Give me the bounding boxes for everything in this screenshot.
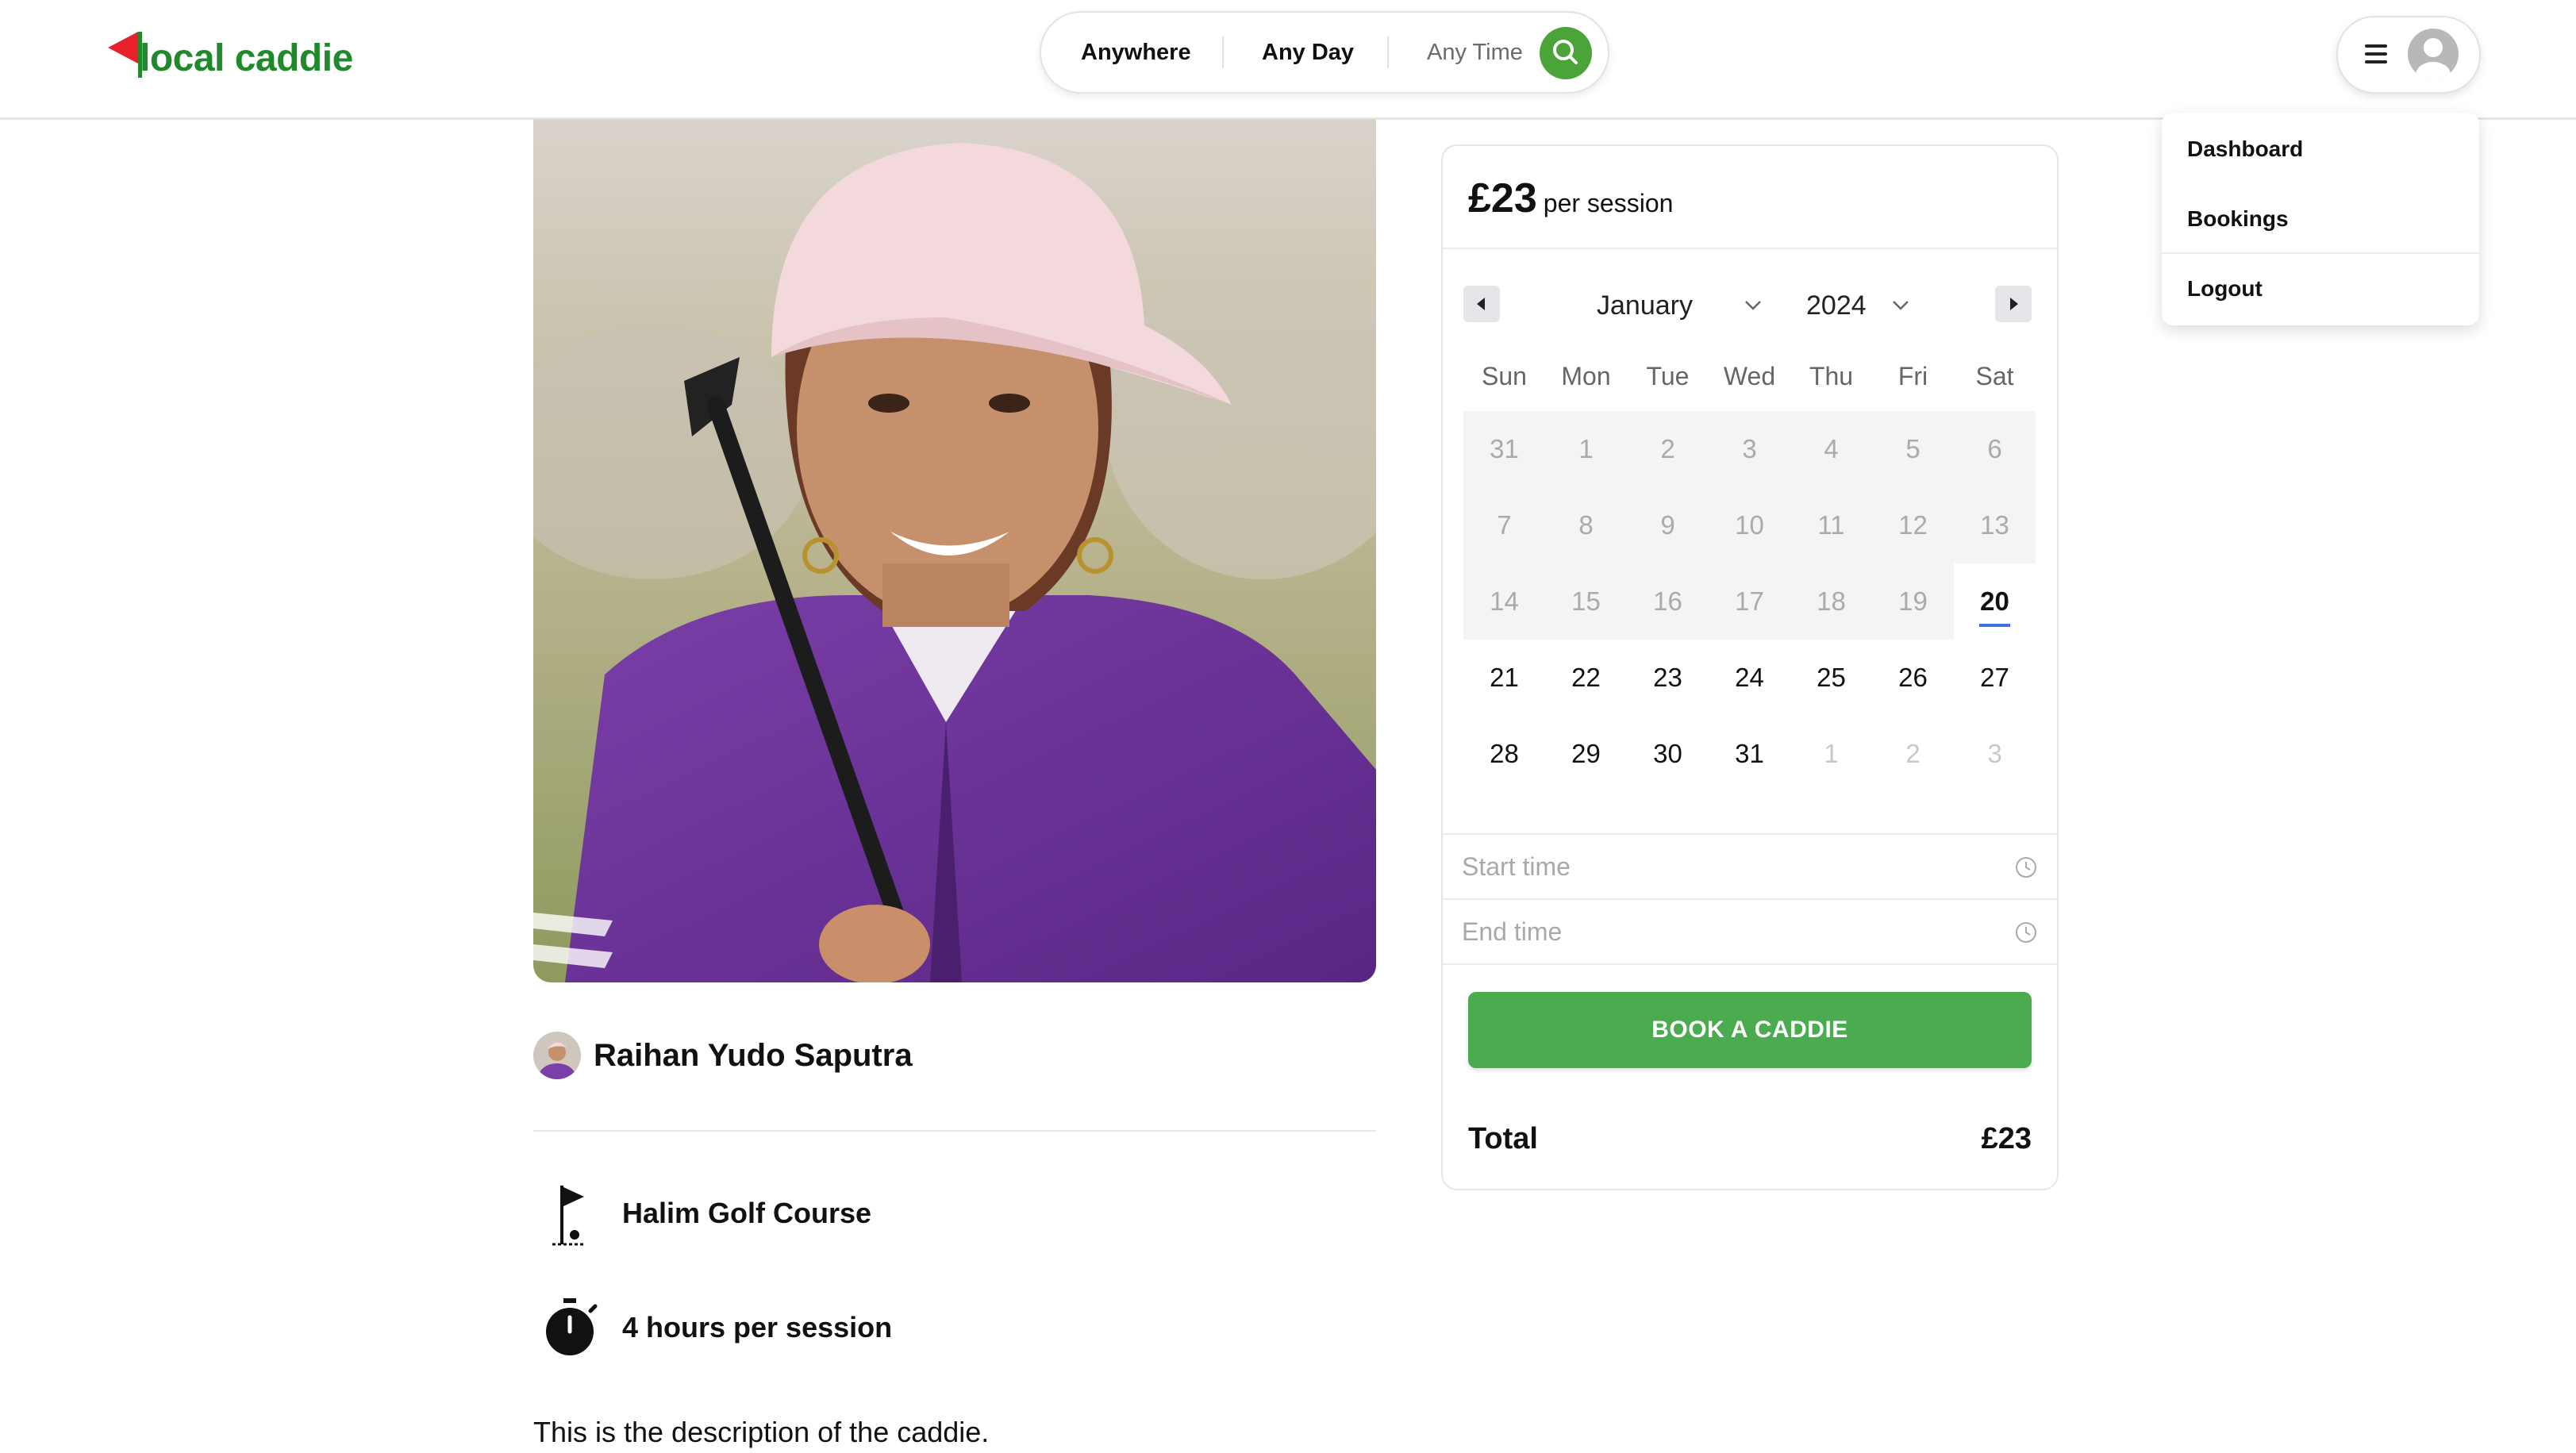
calendar-day: 9 (1627, 487, 1709, 563)
calendar-day[interactable]: 25 (1790, 640, 1872, 716)
weekday-label: Sun (1482, 362, 1527, 390)
price-amount: £23 (1468, 175, 1537, 221)
calendar-day: 2 (1627, 411, 1709, 487)
search-bar[interactable]: Anywhere Any Day Any Time (1040, 11, 1609, 94)
section-divider (533, 1130, 1376, 1132)
calendar-day[interactable]: 24 (1709, 640, 1790, 716)
calendar-day: 15 (1545, 563, 1627, 640)
total-value: £23 (1981, 1122, 2032, 1155)
calendar-day: 5 (1872, 411, 1954, 487)
session-duration: 4 hours per session (622, 1311, 893, 1343)
clock-icon (2016, 857, 2036, 878)
calendar-day: 4 (1790, 411, 1872, 487)
search-button[interactable] (1540, 27, 1592, 79)
weekday-label: Fri (1897, 362, 1928, 390)
calendar-next-button[interactable] (1995, 286, 2032, 322)
user-menu-button[interactable] (2336, 16, 2481, 94)
weekday-label: Sat (1975, 362, 2014, 390)
calendar-day: 17 (1709, 563, 1790, 640)
end-time-field[interactable]: End time (1462, 901, 2038, 963)
card-divider (1443, 833, 2057, 835)
caddie-photo (533, 119, 1376, 982)
calendar-day: 13 (1954, 487, 2036, 563)
calendar-day[interactable]: 29 (1545, 716, 1627, 792)
caddie-description: This is the description of the caddie. (533, 1416, 990, 1448)
calendar-day[interactable]: 30 (1627, 716, 1709, 792)
price: £23 per session (1468, 175, 1673, 222)
weekday-label: Wed (1723, 362, 1776, 390)
clock-icon (2016, 922, 2036, 943)
calendar-day: 16 (1627, 563, 1709, 640)
search-divider (1387, 37, 1389, 68)
price-unit: per session (1543, 189, 1674, 217)
user-dropdown-menu: Dashboard Bookings Logout (2162, 113, 2479, 325)
calendar-day[interactable]: 28 (1463, 716, 1545, 792)
weekday-label: Mon (1561, 362, 1611, 390)
search-location[interactable]: Anywhere (1081, 13, 1191, 92)
calendar-day-outside: 1 (1824, 739, 1839, 768)
total-label: Total (1468, 1122, 1538, 1155)
calendar-day[interactable]: 26 (1872, 640, 1954, 716)
caddie-name: Raihan Yudo Saputra (594, 1038, 913, 1073)
menu-icon (2365, 44, 2387, 63)
search-day[interactable]: Any Day (1262, 13, 1354, 92)
calendar-day[interactable]: 31 (1709, 716, 1790, 792)
caddie-avatar[interactable] (533, 1032, 581, 1079)
calendar-day: 1 (1545, 411, 1627, 487)
calendar-day: 12 (1872, 487, 1954, 563)
calendar-day-today[interactable]: 20 (1954, 563, 2036, 640)
triangle-right-icon (2010, 298, 2018, 310)
start-time-placeholder: Start time (1462, 852, 1571, 881)
triangle-left-icon (1477, 298, 1485, 310)
book-caddie-button[interactable]: BOOK A CADDIE (1468, 992, 2032, 1068)
end-time-placeholder: End time (1462, 917, 1563, 946)
calendar-day[interactable]: 23 (1627, 640, 1709, 716)
logo-flag-icon (108, 32, 138, 63)
calendar-day: 3 (1709, 411, 1790, 487)
user-avatar-icon (2408, 29, 2459, 79)
chevron-down-icon (1893, 301, 1909, 310)
top-header: local caddie Anywhere Any Day Any Time (0, 0, 2576, 120)
menu-item-dashboard[interactable]: Dashboard (2187, 136, 2303, 162)
chevron-down-icon (1745, 301, 1761, 310)
weekday-label: Tue (1646, 362, 1690, 390)
card-divider (1443, 898, 2057, 900)
calendar-day: 31 (1463, 411, 1545, 487)
calendar-day[interactable]: 27 (1954, 640, 2036, 716)
card-divider (1443, 248, 2057, 249)
calendar-day-outside: 2 (1905, 739, 1920, 768)
calendar-day: 11 (1790, 487, 1872, 563)
calendar-day-label: 20 (1980, 586, 2009, 616)
card-divider (1443, 963, 2057, 965)
calendar-day: 18 (1790, 563, 1872, 640)
weekday-label: Thu (1809, 362, 1854, 390)
search-time[interactable]: Any Time (1427, 13, 1523, 92)
menu-divider (2162, 252, 2479, 254)
year-select[interactable]: 2024 (1806, 290, 1867, 321)
logo-text: local caddie (140, 37, 353, 79)
calendar-day: 6 (1954, 411, 2036, 487)
calendar-day: 8 (1545, 487, 1627, 563)
menu-item-logout[interactable]: Logout (2187, 276, 2263, 302)
calendar-day: 10 (1709, 487, 1790, 563)
calendar-day: 7 (1463, 487, 1545, 563)
course-name: Halim Golf Course (622, 1197, 872, 1229)
booking-card: £23 per session January 2024 Sun Mon Tue … (1441, 144, 2059, 1190)
menu-item-bookings[interactable]: Bookings (2187, 206, 2289, 232)
calendar-prev-button[interactable] (1463, 286, 1500, 322)
calendar-day[interactable]: 22 (1545, 640, 1627, 716)
search-divider (1222, 37, 1224, 68)
month-select[interactable]: January (1597, 290, 1693, 321)
golf-flag-icon (538, 1179, 602, 1251)
calendar-day: 14 (1463, 563, 1545, 640)
calendar-day[interactable]: 21 (1463, 640, 1545, 716)
today-underline (1979, 624, 2010, 627)
stopwatch-icon (538, 1293, 602, 1365)
calendar-day: 19 (1872, 563, 1954, 640)
calendar-day-outside: 3 (1987, 739, 2002, 768)
start-time-field[interactable]: Start time (1462, 836, 2038, 898)
search-icon (1553, 40, 1578, 64)
